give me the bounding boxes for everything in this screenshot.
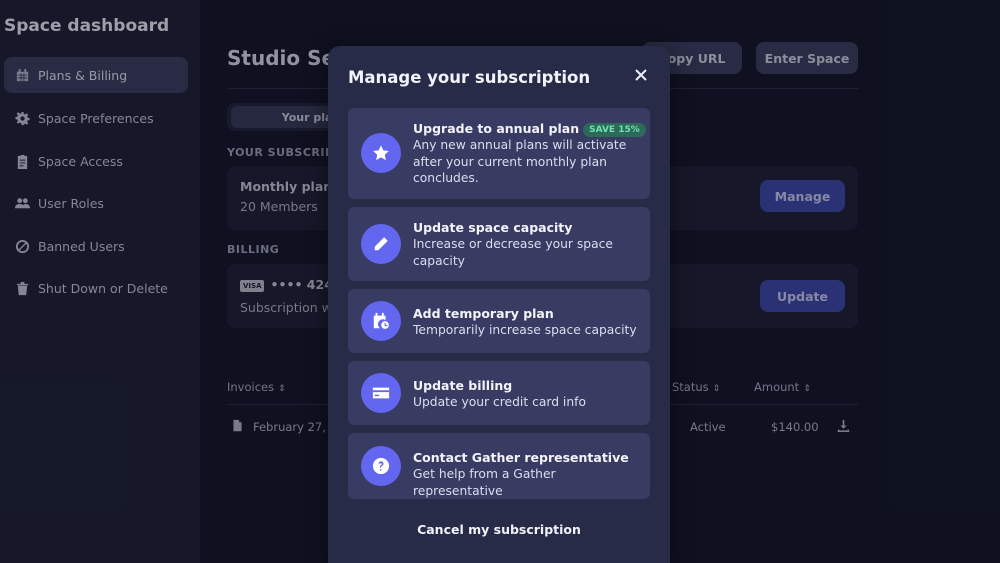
- option-title-text: Upgrade to annual plan: [413, 121, 580, 136]
- question-icon: [361, 446, 401, 486]
- option-title: Update billing: [413, 378, 513, 393]
- option-desc: Update your credit card info: [413, 395, 586, 409]
- credit-card-icon: [361, 373, 401, 413]
- option-update-capacity[interactable]: Update space capacity Increase or decrea…: [348, 207, 650, 281]
- option-title: Update space capacity: [413, 220, 573, 235]
- close-button[interactable]: [632, 66, 650, 84]
- star-icon: [361, 133, 401, 173]
- manage-subscription-modal: Manage your subscription Upgrade to annu…: [328, 46, 670, 563]
- option-desc: Increase or decrease your space capacity: [413, 237, 613, 268]
- modal-title: Manage your subscription: [348, 68, 591, 87]
- option-title: Contact Gather representative: [413, 450, 629, 465]
- option-desc: Temporarily increase space capacity: [413, 323, 637, 337]
- option-title: Upgrade to annual plan SAVE 15%: [413, 121, 646, 137]
- calendar-clock-icon: [361, 301, 401, 341]
- option-desc: Get help from a Gather representative: [413, 467, 556, 498]
- option-temporary-plan[interactable]: Add temporary plan Temporarily increase …: [348, 289, 650, 353]
- option-upgrade-annual[interactable]: Upgrade to annual plan SAVE 15% Any new a…: [348, 108, 650, 199]
- pencil-icon: [361, 224, 401, 264]
- option-title: Add temporary plan: [413, 306, 554, 321]
- option-desc: Any new annual plans will activate after…: [413, 138, 627, 185]
- save-badge: SAVE 15%: [583, 123, 646, 137]
- cancel-subscription-link[interactable]: Cancel my subscription: [328, 522, 670, 537]
- close-icon: [635, 69, 647, 81]
- option-contact-representative[interactable]: Contact Gather representative Get help f…: [348, 433, 650, 499]
- option-update-billing[interactable]: Update billing Update your credit card i…: [348, 361, 650, 425]
